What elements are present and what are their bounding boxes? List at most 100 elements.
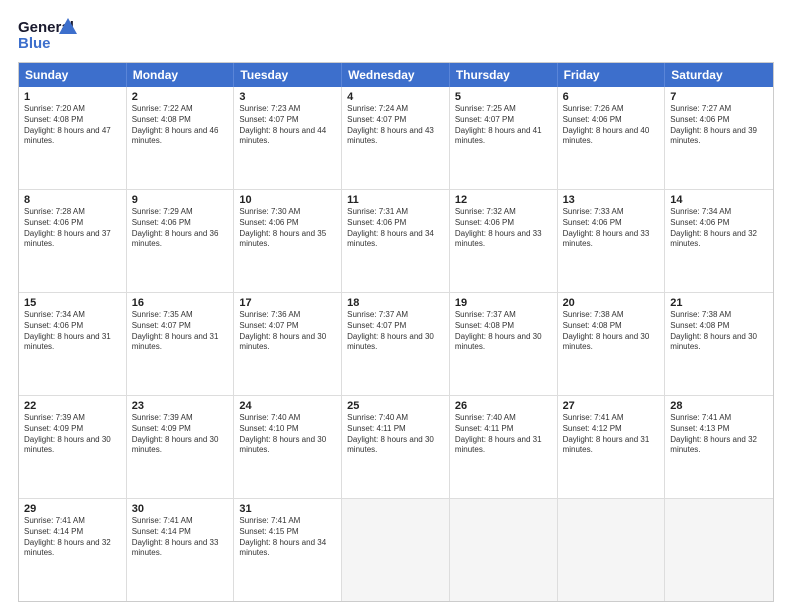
page-header: GeneralBlue [18, 16, 774, 52]
calendar-cell: 16Sunrise: 7:35 AMSunset: 4:07 PMDayligh… [127, 293, 235, 395]
day-number: 23 [132, 400, 229, 412]
calendar-cell: 7Sunrise: 7:27 AMSunset: 4:06 PMDaylight… [665, 87, 773, 189]
cell-info: Sunrise: 7:33 AMSunset: 4:06 PMDaylight:… [563, 207, 660, 250]
calendar-cell: 21Sunrise: 7:38 AMSunset: 4:08 PMDayligh… [665, 293, 773, 395]
cell-info: Sunrise: 7:24 AMSunset: 4:07 PMDaylight:… [347, 104, 444, 147]
cell-info: Sunrise: 7:38 AMSunset: 4:08 PMDaylight:… [563, 310, 660, 353]
calendar-cell: 29Sunrise: 7:41 AMSunset: 4:14 PMDayligh… [19, 499, 127, 601]
cell-info: Sunrise: 7:35 AMSunset: 4:07 PMDaylight:… [132, 310, 229, 353]
cell-info: Sunrise: 7:39 AMSunset: 4:09 PMDaylight:… [24, 413, 121, 456]
day-number: 5 [455, 91, 552, 103]
day-number: 29 [24, 503, 121, 515]
calendar-day-header: Sunday [19, 63, 127, 87]
day-number: 16 [132, 297, 229, 309]
day-number: 8 [24, 194, 121, 206]
calendar-cell: 10Sunrise: 7:30 AMSunset: 4:06 PMDayligh… [234, 190, 342, 292]
cell-info: Sunrise: 7:38 AMSunset: 4:08 PMDaylight:… [670, 310, 768, 353]
cell-info: Sunrise: 7:41 AMSunset: 4:14 PMDaylight:… [24, 516, 121, 559]
calendar-cell: 20Sunrise: 7:38 AMSunset: 4:08 PMDayligh… [558, 293, 666, 395]
cell-info: Sunrise: 7:22 AMSunset: 4:08 PMDaylight:… [132, 104, 229, 147]
calendar-cell: 24Sunrise: 7:40 AMSunset: 4:10 PMDayligh… [234, 396, 342, 498]
calendar: SundayMondayTuesdayWednesdayThursdayFrid… [18, 62, 774, 602]
svg-text:Blue: Blue [18, 35, 51, 52]
day-number: 26 [455, 400, 552, 412]
cell-info: Sunrise: 7:20 AMSunset: 4:08 PMDaylight:… [24, 104, 121, 147]
cell-info: Sunrise: 7:37 AMSunset: 4:07 PMDaylight:… [347, 310, 444, 353]
day-number: 1 [24, 91, 121, 103]
calendar-cell: 28Sunrise: 7:41 AMSunset: 4:13 PMDayligh… [665, 396, 773, 498]
calendar-day-header: Tuesday [234, 63, 342, 87]
calendar-day-header: Saturday [665, 63, 773, 87]
calendar-cell: 6Sunrise: 7:26 AMSunset: 4:06 PMDaylight… [558, 87, 666, 189]
calendar-cell [558, 499, 666, 601]
calendar-cell: 17Sunrise: 7:36 AMSunset: 4:07 PMDayligh… [234, 293, 342, 395]
day-number: 6 [563, 91, 660, 103]
day-number: 2 [132, 91, 229, 103]
cell-info: Sunrise: 7:41 AMSunset: 4:15 PMDaylight:… [239, 516, 336, 559]
day-number: 7 [670, 91, 768, 103]
calendar-cell: 5Sunrise: 7:25 AMSunset: 4:07 PMDaylight… [450, 87, 558, 189]
cell-info: Sunrise: 7:36 AMSunset: 4:07 PMDaylight:… [239, 310, 336, 353]
cell-info: Sunrise: 7:26 AMSunset: 4:06 PMDaylight:… [563, 104, 660, 147]
calendar-body: 1Sunrise: 7:20 AMSunset: 4:08 PMDaylight… [19, 87, 773, 601]
day-number: 21 [670, 297, 768, 309]
cell-info: Sunrise: 7:28 AMSunset: 4:06 PMDaylight:… [24, 207, 121, 250]
day-number: 30 [132, 503, 229, 515]
logo: GeneralBlue [18, 16, 78, 52]
calendar-day-header: Wednesday [342, 63, 450, 87]
calendar-cell: 25Sunrise: 7:40 AMSunset: 4:11 PMDayligh… [342, 396, 450, 498]
day-number: 10 [239, 194, 336, 206]
calendar-cell: 22Sunrise: 7:39 AMSunset: 4:09 PMDayligh… [19, 396, 127, 498]
day-number: 24 [239, 400, 336, 412]
calendar-day-header: Thursday [450, 63, 558, 87]
cell-info: Sunrise: 7:41 AMSunset: 4:12 PMDaylight:… [563, 413, 660, 456]
calendar-cell: 30Sunrise: 7:41 AMSunset: 4:14 PMDayligh… [127, 499, 235, 601]
calendar-cell: 11Sunrise: 7:31 AMSunset: 4:06 PMDayligh… [342, 190, 450, 292]
calendar-week: 22Sunrise: 7:39 AMSunset: 4:09 PMDayligh… [19, 395, 773, 498]
calendar-cell: 26Sunrise: 7:40 AMSunset: 4:11 PMDayligh… [450, 396, 558, 498]
calendar-week: 29Sunrise: 7:41 AMSunset: 4:14 PMDayligh… [19, 498, 773, 601]
day-number: 9 [132, 194, 229, 206]
day-number: 19 [455, 297, 552, 309]
day-number: 4 [347, 91, 444, 103]
calendar-cell [665, 499, 773, 601]
calendar-cell: 1Sunrise: 7:20 AMSunset: 4:08 PMDaylight… [19, 87, 127, 189]
day-number: 25 [347, 400, 444, 412]
calendar-cell: 4Sunrise: 7:24 AMSunset: 4:07 PMDaylight… [342, 87, 450, 189]
calendar-cell: 2Sunrise: 7:22 AMSunset: 4:08 PMDaylight… [127, 87, 235, 189]
cell-info: Sunrise: 7:37 AMSunset: 4:08 PMDaylight:… [455, 310, 552, 353]
cell-info: Sunrise: 7:40 AMSunset: 4:10 PMDaylight:… [239, 413, 336, 456]
calendar-cell: 13Sunrise: 7:33 AMSunset: 4:06 PMDayligh… [558, 190, 666, 292]
calendar-day-header: Monday [127, 63, 235, 87]
cell-info: Sunrise: 7:31 AMSunset: 4:06 PMDaylight:… [347, 207, 444, 250]
calendar-cell: 12Sunrise: 7:32 AMSunset: 4:06 PMDayligh… [450, 190, 558, 292]
calendar-day-header: Friday [558, 63, 666, 87]
calendar-cell: 14Sunrise: 7:34 AMSunset: 4:06 PMDayligh… [665, 190, 773, 292]
cell-info: Sunrise: 7:30 AMSunset: 4:06 PMDaylight:… [239, 207, 336, 250]
calendar-cell: 3Sunrise: 7:23 AMSunset: 4:07 PMDaylight… [234, 87, 342, 189]
cell-info: Sunrise: 7:29 AMSunset: 4:06 PMDaylight:… [132, 207, 229, 250]
day-number: 15 [24, 297, 121, 309]
cell-info: Sunrise: 7:41 AMSunset: 4:13 PMDaylight:… [670, 413, 768, 456]
cell-info: Sunrise: 7:23 AMSunset: 4:07 PMDaylight:… [239, 104, 336, 147]
calendar-cell: 9Sunrise: 7:29 AMSunset: 4:06 PMDaylight… [127, 190, 235, 292]
cell-info: Sunrise: 7:32 AMSunset: 4:06 PMDaylight:… [455, 207, 552, 250]
day-number: 17 [239, 297, 336, 309]
calendar-week: 1Sunrise: 7:20 AMSunset: 4:08 PMDaylight… [19, 87, 773, 189]
day-number: 13 [563, 194, 660, 206]
day-number: 14 [670, 194, 768, 206]
calendar-cell: 8Sunrise: 7:28 AMSunset: 4:06 PMDaylight… [19, 190, 127, 292]
day-number: 28 [670, 400, 768, 412]
day-number: 11 [347, 194, 444, 206]
cell-info: Sunrise: 7:40 AMSunset: 4:11 PMDaylight:… [347, 413, 444, 456]
calendar-cell: 31Sunrise: 7:41 AMSunset: 4:15 PMDayligh… [234, 499, 342, 601]
calendar-week: 15Sunrise: 7:34 AMSunset: 4:06 PMDayligh… [19, 292, 773, 395]
cell-info: Sunrise: 7:25 AMSunset: 4:07 PMDaylight:… [455, 104, 552, 147]
calendar-cell: 27Sunrise: 7:41 AMSunset: 4:12 PMDayligh… [558, 396, 666, 498]
cell-info: Sunrise: 7:40 AMSunset: 4:11 PMDaylight:… [455, 413, 552, 456]
cell-info: Sunrise: 7:41 AMSunset: 4:14 PMDaylight:… [132, 516, 229, 559]
day-number: 20 [563, 297, 660, 309]
calendar-header: SundayMondayTuesdayWednesdayThursdayFrid… [19, 63, 773, 87]
day-number: 27 [563, 400, 660, 412]
day-number: 22 [24, 400, 121, 412]
